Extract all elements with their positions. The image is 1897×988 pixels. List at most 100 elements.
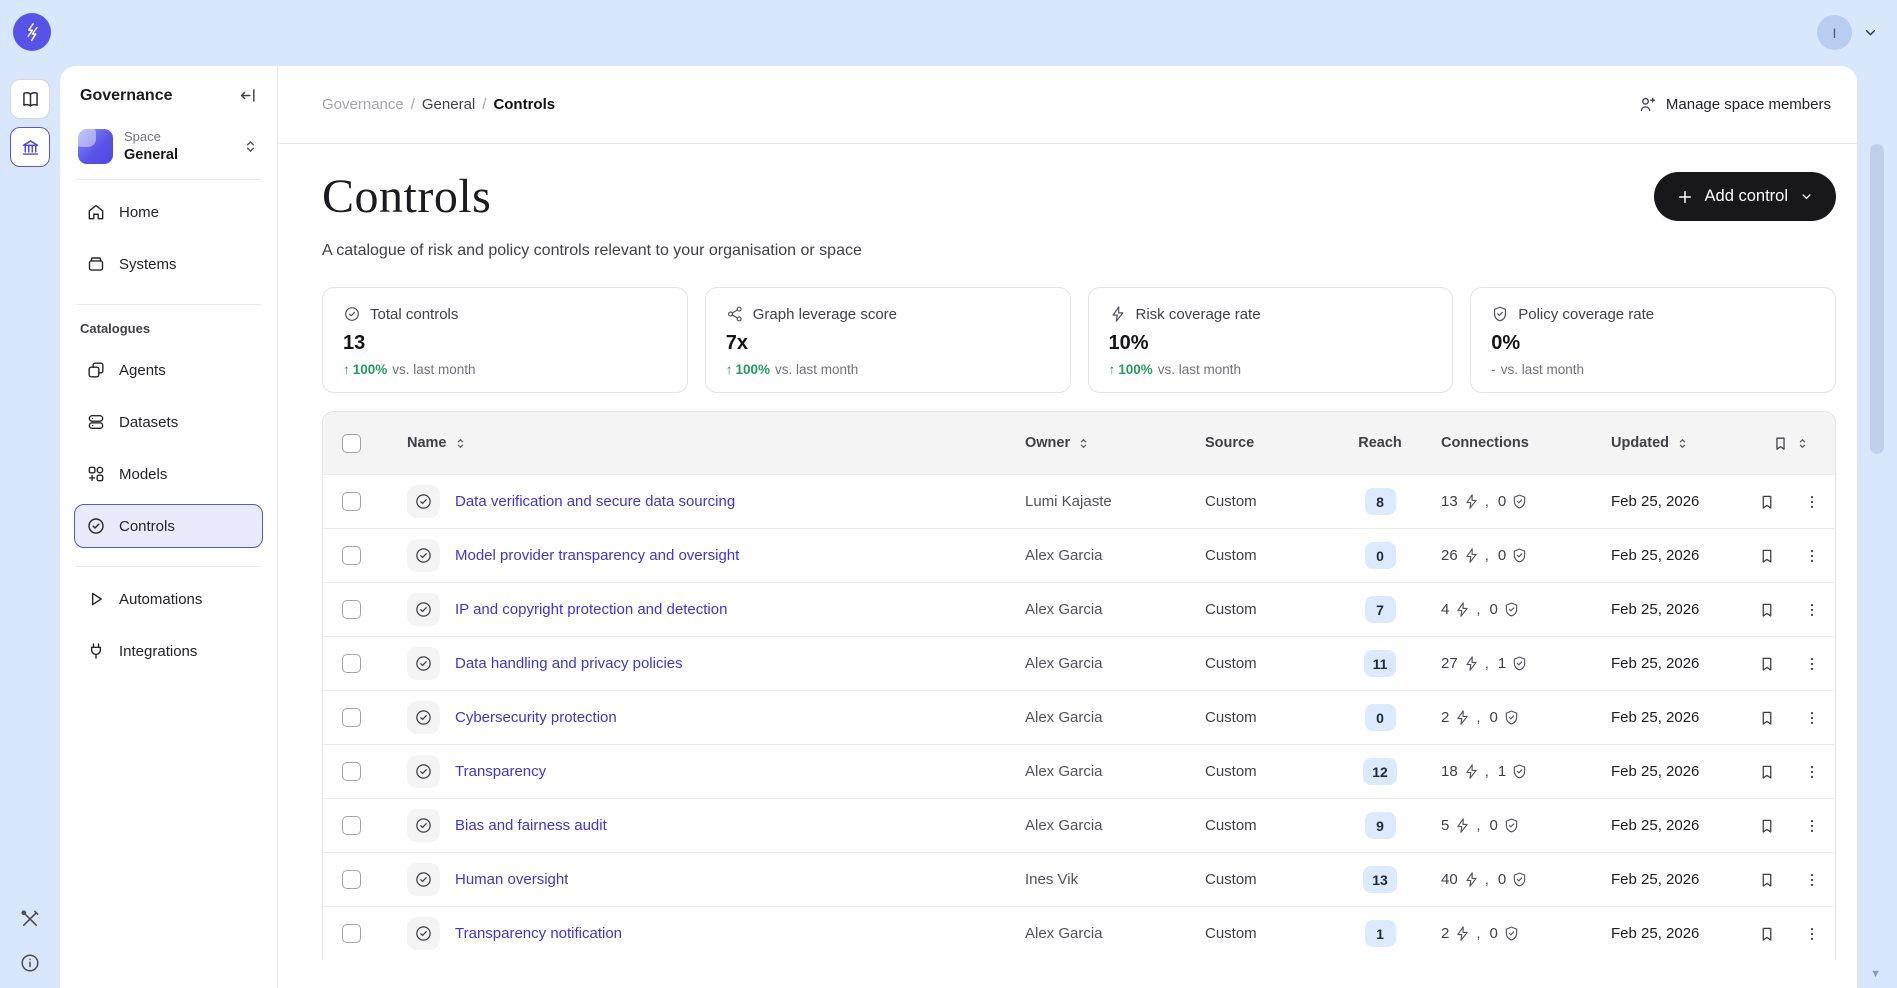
control-name-link[interactable]: Data handling and privacy policies [455,655,683,672]
shield-check-icon [1503,601,1520,618]
row-checkbox[interactable] [342,762,361,781]
row-menu-button[interactable] [1789,817,1835,835]
row-checkbox[interactable] [342,492,361,511]
column-header-owner[interactable]: Owner [1025,435,1205,451]
bookmark-button[interactable] [1745,925,1789,943]
column-header-bookmark[interactable] [1745,435,1835,452]
breadcrumb: Governance / General / Controls [322,96,555,113]
table-row[interactable]: Cybersecurity protection Alex Garcia Cus… [323,690,1835,744]
breadcrumb-general[interactable]: General [422,96,475,113]
sidebar-item-agents[interactable]: Agents [74,348,263,392]
sidebar-item-models[interactable]: Models [74,452,263,496]
row-checkbox[interactable] [342,708,361,727]
table-row[interactable]: Model provider transparency and oversigh… [323,528,1835,582]
stat-value: 7x [726,332,1050,355]
row-menu-button[interactable] [1789,547,1835,565]
bookmark-button[interactable] [1745,709,1789,727]
stat-trend: - vs. last month [1491,362,1815,377]
library-rail-button[interactable] [10,79,50,119]
table-row[interactable]: Transparency notification Alex Garcia Cu… [323,906,1835,960]
row-menu-button[interactable] [1789,655,1835,673]
table-row[interactable]: IP and copyright protection and detectio… [323,582,1835,636]
owner-cell: Lumi Kajaste [1025,493,1205,510]
bookmark-button[interactable] [1745,493,1789,511]
select-all-checkbox[interactable] [342,434,361,453]
control-name-link[interactable]: Data verification and secure data sourci… [455,493,735,510]
bookmark-icon [1758,655,1776,673]
control-name-link[interactable]: IP and copyright protection and detectio… [455,601,727,618]
sidebar-item-controls[interactable]: Controls [74,504,263,548]
control-name-link[interactable]: Human oversight [455,871,568,888]
control-name-link[interactable]: Cybersecurity protection [455,709,617,726]
connections-cell: 2 , 0 [1425,709,1595,726]
column-header-name[interactable]: Name [379,435,1025,451]
sidebar-item-home[interactable]: Home [74,190,263,234]
table-row[interactable]: Data handling and privacy policies Alex … [323,636,1835,690]
sort-icon[interactable] [1077,437,1090,450]
control-name-link[interactable]: Model provider transparency and oversigh… [455,547,739,564]
kebab-menu-icon [1803,871,1821,889]
row-menu-button[interactable] [1789,763,1835,781]
shield-connections-count: 0 [1490,817,1498,834]
scrollbar-thumb[interactable] [1870,144,1884,454]
space-selector[interactable]: Space General [74,129,263,164]
sidebar-item-systems[interactable]: Systems [74,242,263,286]
breadcrumb-governance[interactable]: Governance [322,96,404,113]
row-checkbox[interactable] [342,600,361,619]
bookmark-button[interactable] [1745,547,1789,565]
row-checkbox[interactable] [342,816,361,835]
kebab-menu-icon [1803,655,1821,673]
bookmark-button[interactable] [1745,763,1789,781]
row-menu-button[interactable] [1789,493,1835,511]
shield-check-icon [1503,709,1520,726]
app-logo[interactable] [13,13,51,51]
column-header-connections[interactable]: Connections [1425,435,1595,451]
row-checkbox[interactable] [342,870,361,889]
collapse-sidebar-icon[interactable] [238,86,257,105]
sort-icon[interactable] [1676,437,1689,450]
user-avatar[interactable]: I [1817,15,1852,50]
shield-check-icon [1503,817,1520,834]
owner-cell: Alex Garcia [1025,709,1205,726]
sidebar-item-integrations[interactable]: Integrations [74,629,263,673]
bookmark-icon [1758,763,1776,781]
account-menu[interactable]: I [1817,15,1879,50]
bookmark-button[interactable] [1745,871,1789,889]
control-name-link[interactable]: Bias and fairness audit [455,817,607,834]
row-menu-button[interactable] [1789,709,1835,727]
bookmark-button[interactable] [1745,601,1789,619]
row-checkbox[interactable] [342,924,361,943]
row-menu-button[interactable] [1789,925,1835,943]
manage-space-members-button[interactable]: Manage space members [1638,95,1831,114]
bookmark-button[interactable] [1745,817,1789,835]
governance-rail-button[interactable] [10,127,50,167]
table-row[interactable]: Bias and fairness audit Alex Garcia Cust… [323,798,1835,852]
add-control-button[interactable]: Add control [1654,172,1836,221]
column-header-source[interactable]: Source [1205,435,1335,451]
source-cell: Custom [1205,601,1335,618]
column-header-reach[interactable]: Reach [1335,435,1425,451]
table-row[interactable]: Human oversight Ines Vik Custom 13 40 , … [323,852,1835,906]
owner-cell: Alex Garcia [1025,601,1205,618]
info-button[interactable] [19,952,41,974]
sort-icon[interactable] [1796,437,1809,450]
row-checkbox[interactable] [342,546,361,565]
row-checkbox[interactable] [342,654,361,673]
tools-button[interactable] [19,908,41,930]
scrollbar-down-arrow[interactable]: ▼ [1870,968,1881,980]
sort-icon[interactable] [454,437,467,450]
space-kicker: Space [124,129,178,145]
topbar: I [0,0,1897,66]
reach-badge: 11 [1364,650,1397,677]
bookmark-button[interactable] [1745,655,1789,673]
column-header-updated[interactable]: Updated [1595,435,1745,451]
control-name-link[interactable]: Transparency [455,763,546,780]
updated-cell: Feb 25, 2026 [1595,871,1745,888]
row-menu-button[interactable] [1789,601,1835,619]
table-row[interactable]: Data verification and secure data sourci… [323,474,1835,528]
sidebar-item-automations[interactable]: Automations [74,577,263,621]
row-menu-button[interactable] [1789,871,1835,889]
sidebar-item-datasets[interactable]: Datasets [74,400,263,444]
table-row[interactable]: Transparency Alex Garcia Custom 12 18 , … [323,744,1835,798]
control-name-link[interactable]: Transparency notification [455,925,622,942]
